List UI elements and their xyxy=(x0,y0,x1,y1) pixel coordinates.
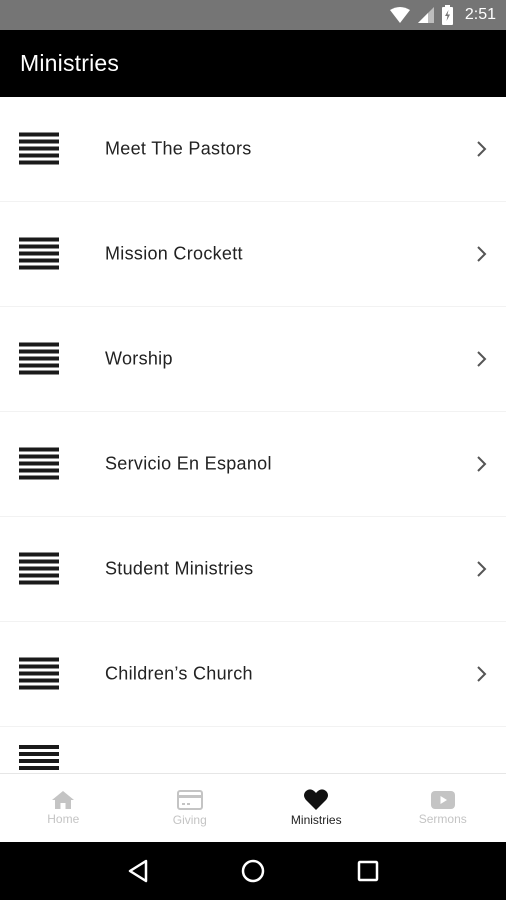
list-item[interactable]: Servicio En Espanol xyxy=(0,412,506,517)
list-item[interactable]: Worship xyxy=(0,307,506,412)
system-nav-bar xyxy=(0,842,506,900)
list-item-label: Servicio En Espanol xyxy=(105,453,272,474)
list-item[interactable]: Meet The Pastors xyxy=(0,97,506,202)
battery-charging-icon xyxy=(441,5,453,25)
list-item[interactable]: Student Ministries xyxy=(0,517,506,622)
bottom-nav: Home Giving Ministries Sermons xyxy=(0,773,506,842)
list-item-label: Mission Crockett xyxy=(105,243,243,264)
wifi-icon xyxy=(389,7,410,23)
chevron-right-icon xyxy=(476,350,488,368)
page-title: Ministries xyxy=(20,50,120,76)
list-item-label: Children’s Church xyxy=(105,663,253,684)
lines-thumbnail-icon xyxy=(19,237,59,271)
home-icon xyxy=(52,790,75,809)
app-bar: Ministries xyxy=(0,30,506,97)
lines-thumbnail-icon xyxy=(19,657,59,691)
lines-thumbnail-icon xyxy=(19,552,59,586)
lines-thumbnail-icon xyxy=(19,745,59,773)
tab-giving[interactable]: Giving xyxy=(127,774,254,842)
status-time: 2:51 xyxy=(464,6,496,23)
tab-ministries[interactable]: Ministries xyxy=(253,774,380,842)
lines-thumbnail-icon xyxy=(19,342,59,376)
signal-icon xyxy=(417,7,434,23)
ministries-list: Meet The Pastors Mission Crockett Worshi… xyxy=(0,97,506,773)
tab-sermons-label: Sermons xyxy=(418,811,467,826)
card-icon xyxy=(176,789,203,810)
list-item-label: Meet The Pastors xyxy=(105,138,252,159)
home-circle-icon[interactable] xyxy=(238,856,268,886)
chevron-right-icon xyxy=(476,140,488,158)
list-item[interactable]: Mission Crockett xyxy=(0,202,506,307)
list-item[interactable]: Children’s Church xyxy=(0,622,506,727)
chevron-right-icon xyxy=(476,665,488,683)
tab-ministries-label: Ministries xyxy=(290,813,342,827)
tab-sermons[interactable]: Sermons xyxy=(380,774,506,842)
list-item[interactable] xyxy=(0,727,506,773)
list-item-label: Worship xyxy=(105,348,173,369)
chevron-right-icon xyxy=(476,455,488,473)
tab-home-label: Home xyxy=(47,811,80,826)
list-item-label: Student Ministries xyxy=(105,558,254,579)
lines-thumbnail-icon xyxy=(19,447,59,481)
status-bar: 2:51 xyxy=(0,0,506,30)
chevron-right-icon xyxy=(476,245,488,263)
recents-icon[interactable] xyxy=(353,856,383,886)
heart-icon xyxy=(304,789,329,810)
back-icon[interactable] xyxy=(123,856,153,886)
play-video-icon xyxy=(430,790,455,809)
tab-giving-label: Giving xyxy=(172,812,207,827)
tab-home[interactable]: Home xyxy=(0,774,127,842)
chevron-right-icon xyxy=(476,560,488,578)
lines-thumbnail-icon xyxy=(19,132,59,166)
